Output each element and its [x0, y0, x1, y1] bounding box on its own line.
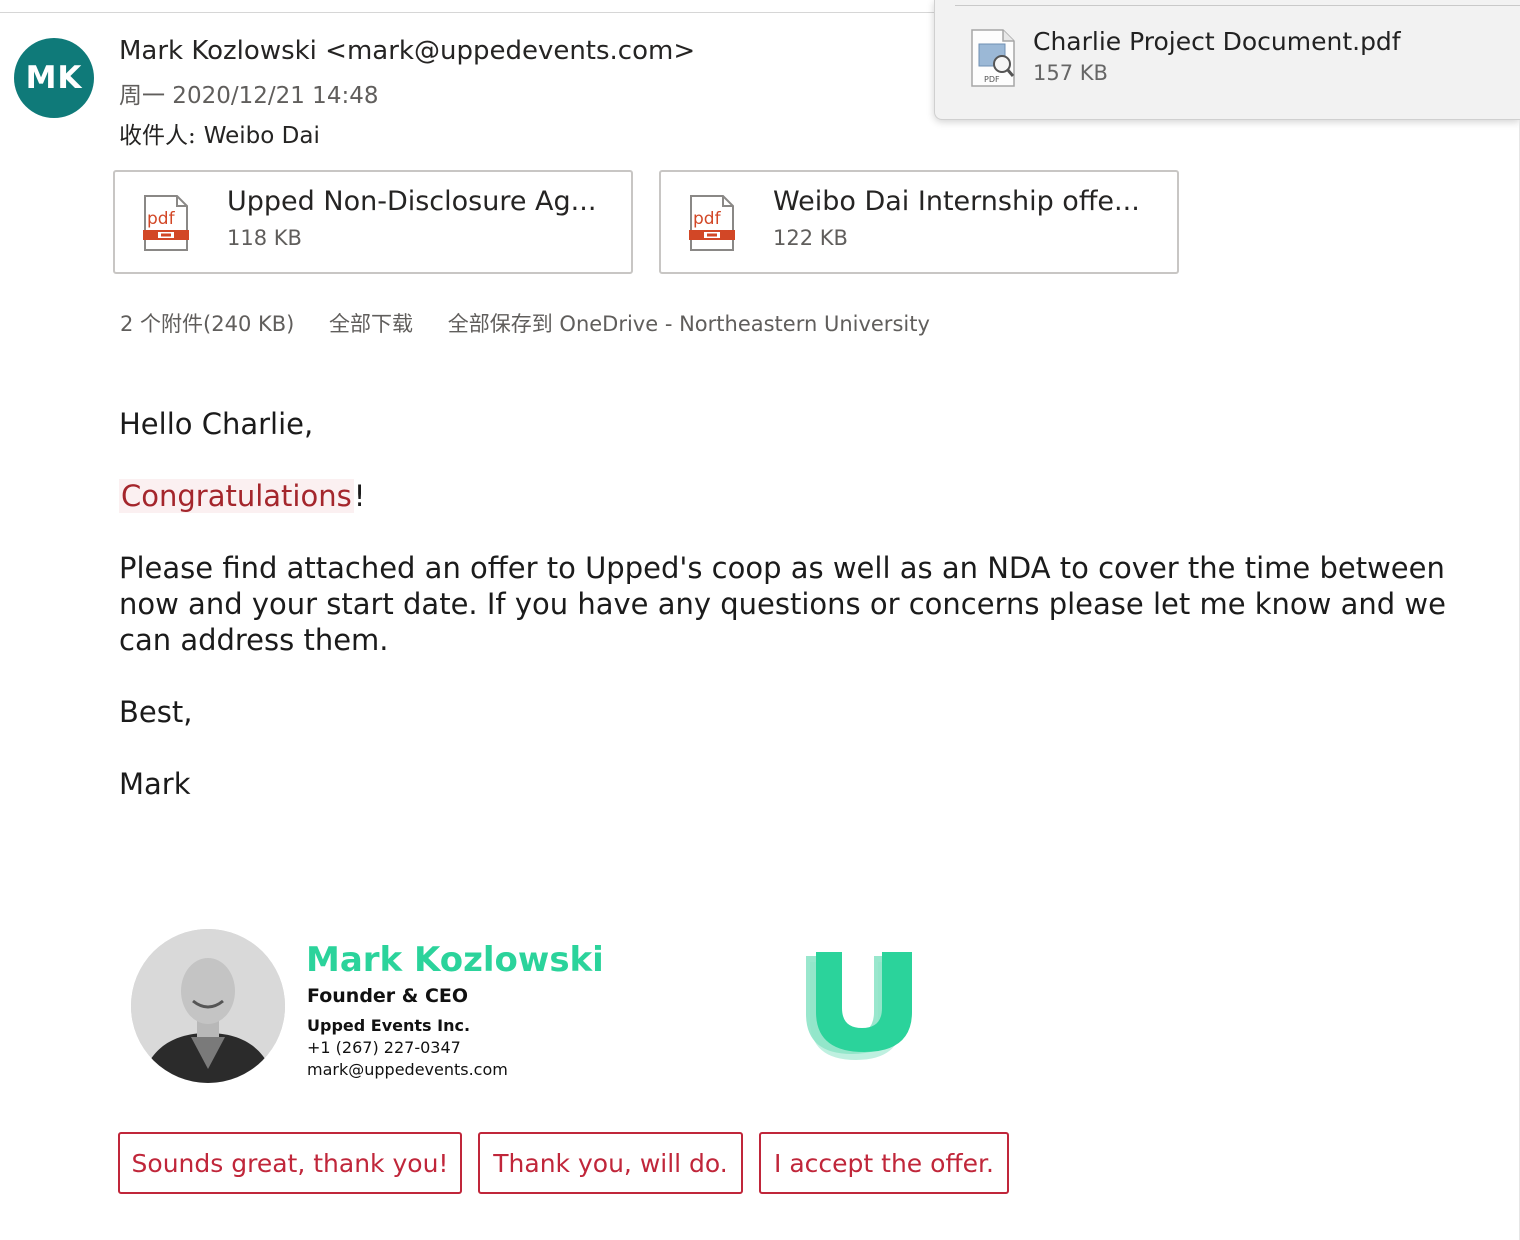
attachment-actions: 2 个附件(240 KB) 全部下载 全部保存到 OneDrive - Nort…: [120, 308, 958, 338]
svg-text:pdf: pdf: [147, 209, 176, 229]
quick-reply-button[interactable]: I accept the offer.: [759, 1132, 1009, 1194]
message-date: 周一 2020/12/21 14:48: [119, 83, 379, 109]
svg-text:pdf: pdf: [693, 209, 722, 229]
body-paragraph: Please find attached an offer to Upped's…: [119, 551, 1446, 657]
attachment-size: 118 KB: [227, 226, 302, 250]
pdf-icon-label: PDF: [984, 75, 1000, 84]
download-file-name: Charlie Project Document.pdf: [1033, 27, 1401, 56]
attachment-name: Weibo Dai Internship offe...: [773, 186, 1140, 217]
person-photo-icon: [131, 929, 285, 1083]
header-divider: [0, 12, 936, 13]
pdf-document-icon: PDF: [971, 29, 1015, 87]
signature-name: Mark Kozlowski: [306, 940, 604, 980]
message-body: Hello Charlie, Congratulations! Please f…: [119, 406, 1489, 802]
signature-company: Upped Events Inc.: [307, 1016, 471, 1035]
attachment-size: 122 KB: [773, 226, 848, 250]
download-all-link[interactable]: 全部下载: [329, 312, 413, 336]
greeting: Hello Charlie,: [119, 407, 314, 441]
signoff: Mark: [119, 767, 191, 801]
attachment-card[interactable]: pdf Upped Non-Disclosure Ag... 118 KB: [113, 170, 633, 274]
congrats-punct: !: [353, 479, 366, 513]
signature-photo: [131, 929, 285, 1083]
download-file-size: 157 KB: [1033, 61, 1108, 85]
closing: Best,: [119, 695, 193, 729]
quick-reply-button[interactable]: Thank you, will do.: [478, 1132, 743, 1194]
attachment-name: Upped Non-Disclosure Ag...: [227, 186, 597, 217]
sender-avatar[interactable]: MK: [14, 38, 94, 118]
signature-phone[interactable]: +1 (267) 227-0347: [307, 1038, 461, 1057]
upped-logo-icon: [806, 952, 912, 1060]
panel-divider: [955, 5, 1520, 6]
signature-email[interactable]: mark@uppedevents.com: [307, 1060, 508, 1079]
congrats-word: Congratulations: [119, 479, 354, 513]
recipient-name[interactable]: Weibo Dai: [204, 123, 320, 149]
avatar-initials: MK: [25, 60, 83, 96]
save-all-onedrive-link[interactable]: 全部保存到 OneDrive - Northeastern University: [448, 312, 930, 336]
congrats-line: Congratulations!: [119, 478, 1489, 514]
attachment-card[interactable]: pdf Weibo Dai Internship offe... 122 KB: [659, 170, 1179, 274]
to-label: 收件人:: [119, 123, 196, 149]
pdf-file-icon: pdf: [143, 195, 189, 251]
pdf-file-icon: pdf: [689, 195, 735, 251]
download-panel[interactable]: PDF Charlie Project Document.pdf 157 KB: [934, 0, 1520, 120]
quick-reply-button[interactable]: Sounds great, thank you!: [118, 1132, 462, 1194]
attachment-summary: 2 个附件(240 KB): [120, 312, 295, 336]
sender-name[interactable]: Mark Kozlowski <mark@uppedevents.com>: [119, 36, 695, 66]
signature-title: Founder & CEO: [307, 985, 469, 1007]
recipient-row: 收件人: Weibo Dai: [119, 116, 320, 150]
